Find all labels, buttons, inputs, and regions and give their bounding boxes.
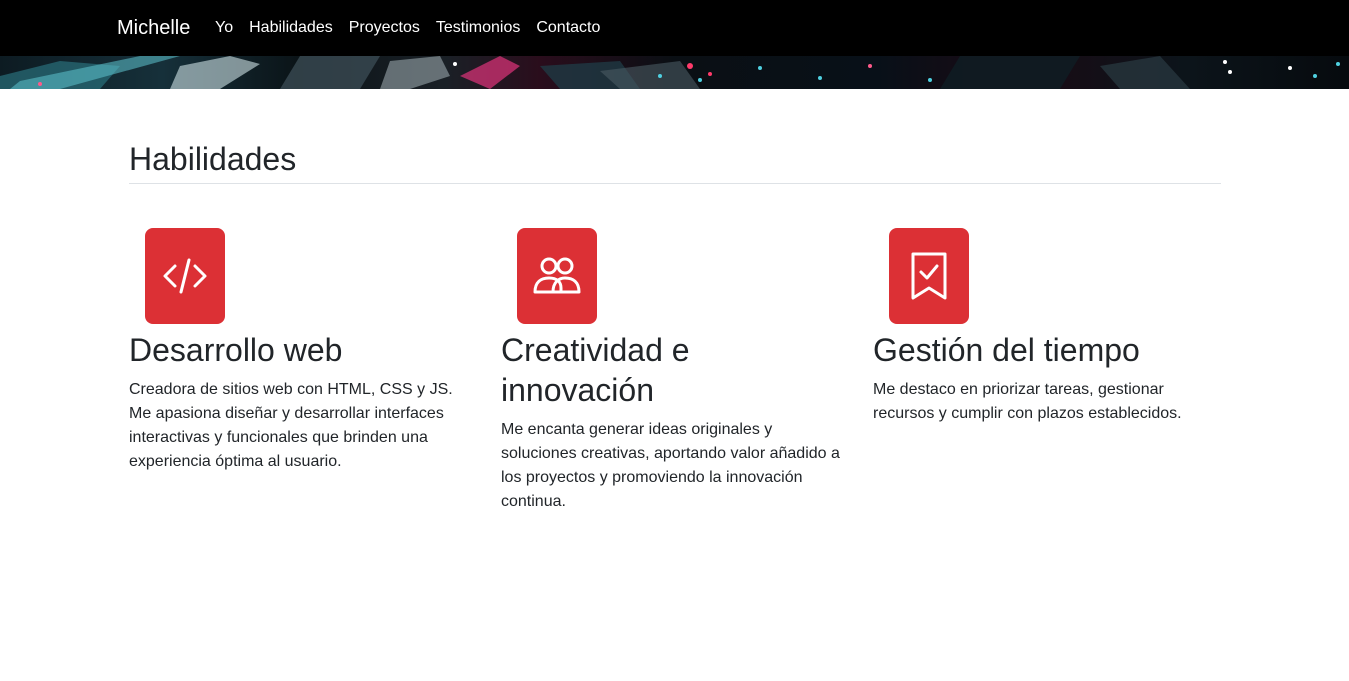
code-icon	[145, 228, 225, 324]
nav-link-testimonios[interactable]: Testimonios	[428, 19, 528, 37]
skill-title: Creatividad e innovación	[501, 332, 690, 408]
skills-list: Desarrollo web Creadora de sitios web co…	[129, 228, 1245, 514]
skill-title: Desarrollo web	[129, 332, 343, 368]
skill-description: Creadora de sitios web con HTML, CSS y J…	[129, 381, 453, 470]
brand-link[interactable]: Michelle	[117, 17, 190, 40]
bookmark-check-icon	[889, 228, 969, 324]
nav-link-yo[interactable]: Yo	[207, 19, 241, 37]
nav-link-habilidades[interactable]: Habilidades	[241, 19, 341, 37]
skill-card-creativity: Creatividad e innovación Me encanta gene…	[501, 228, 873, 514]
skills-section-header: Habilidades	[129, 140, 1221, 178]
section-divider	[129, 183, 1221, 184]
skill-card-web: Desarrollo web Creadora de sitios web co…	[129, 228, 501, 514]
skill-description: Me encanta generar ideas originales y so…	[501, 421, 840, 510]
skill-title: Gestión del tiempo	[873, 332, 1140, 368]
navbar: Michelle Yo Habilidades Proyectos Testim…	[0, 0, 1349, 56]
skill-card-time: Gestión del tiempo Me destaco en prioriz…	[873, 228, 1245, 514]
people-icon	[517, 228, 597, 324]
nav-link-proyectos[interactable]: Proyectos	[341, 19, 428, 37]
hero-banner-image	[0, 56, 1349, 89]
skill-description: Me destaco en priorizar tareas, gestiona…	[873, 381, 1182, 422]
section-title: Habilidades	[129, 141, 297, 177]
nav-link-contacto[interactable]: Contacto	[528, 19, 608, 37]
nav-links: Yo Habilidades Proyectos Testimonios Con…	[207, 0, 608, 56]
